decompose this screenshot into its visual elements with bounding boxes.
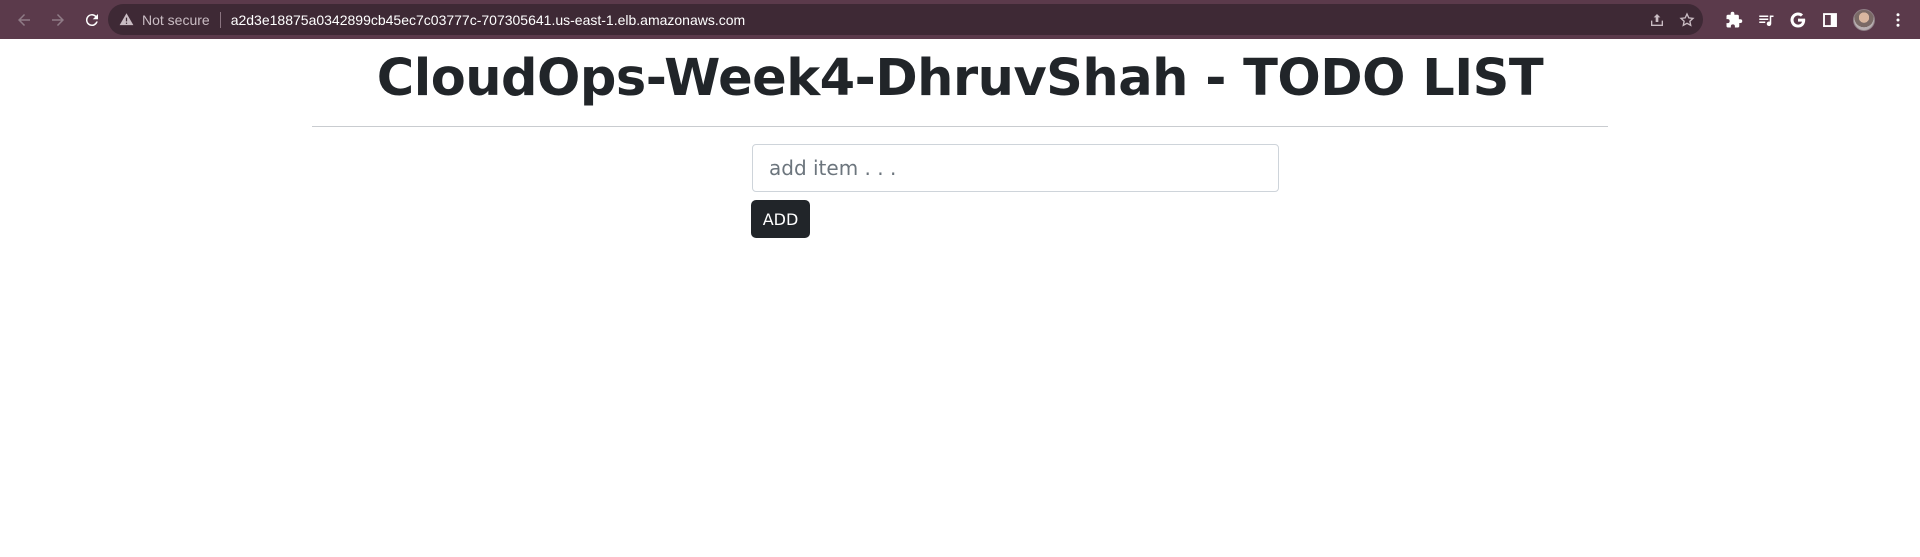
title-divider	[312, 126, 1608, 127]
warning-icon[interactable]	[118, 12, 134, 28]
page-content: CloudOps-Week4-DhruvShah - TODO LIST ADD	[0, 39, 1920, 557]
add-item-input[interactable]	[752, 144, 1279, 192]
reload-button[interactable]	[78, 6, 106, 34]
reload-icon	[85, 13, 98, 26]
back-button[interactable]	[10, 6, 38, 34]
media-controls-icon[interactable]	[1757, 11, 1775, 29]
more-menu-icon[interactable]	[1889, 11, 1907, 29]
share-icon[interactable]	[1649, 12, 1665, 28]
page-title: CloudOps-Week4-DhruvShah - TODO LIST	[376, 49, 1544, 108]
google-icon[interactable]	[1789, 11, 1807, 29]
star-icon[interactable]	[1679, 11, 1695, 28]
extensions-icon[interactable]	[1725, 11, 1743, 29]
browser-toolbar: Not secure a2d3e18875a0342899cb45ec7c037…	[0, 0, 1920, 39]
security-status[interactable]: Not secure	[142, 12, 210, 28]
forward-arrow-icon	[52, 13, 64, 26]
forward-button[interactable]	[44, 6, 72, 34]
add-button[interactable]: ADD	[751, 200, 810, 238]
url-text[interactable]: a2d3e18875a0342899cb45ec7c03777c-7073056…	[231, 12, 746, 28]
side-panel-icon[interactable]	[1821, 11, 1839, 29]
back-arrow-icon	[18, 13, 30, 26]
profile-avatar[interactable]	[1853, 8, 1875, 31]
omnibox-separator	[219, 11, 221, 28]
address-bar[interactable]: Not secure a2d3e18875a0342899cb45ec7c037…	[108, 4, 1703, 35]
